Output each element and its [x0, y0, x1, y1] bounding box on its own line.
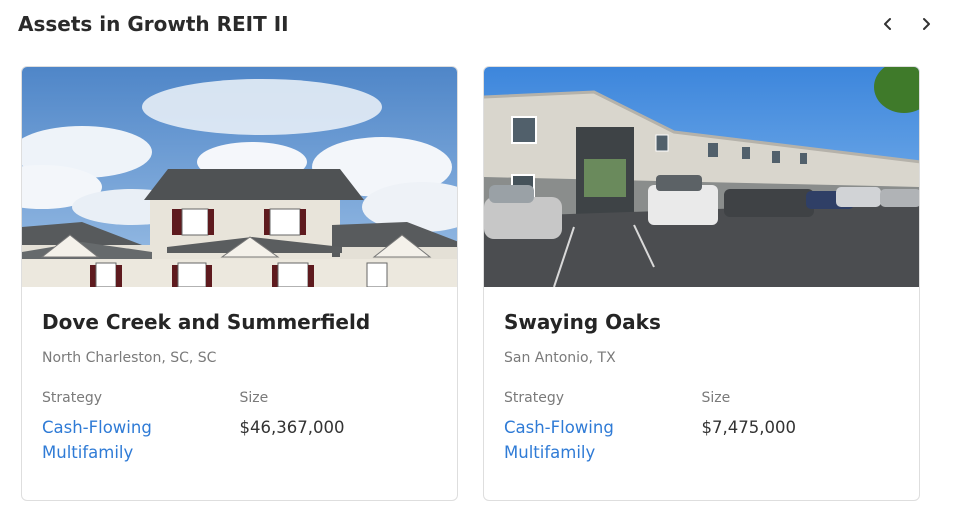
asset-photo	[22, 67, 457, 287]
section-title: Assets in Growth REIT II	[18, 12, 289, 36]
strategy-link[interactable]: Cash-Flowing Multifamily	[42, 415, 192, 465]
asset-card-list: Dove Creek and Summerfield North Charles…	[21, 66, 920, 501]
chevron-right-icon	[923, 18, 930, 30]
section-header: Assets in Growth REIT II	[18, 10, 938, 40]
strategy-label: Strategy	[42, 390, 102, 406]
size-column: Size $7,475,000	[702, 389, 900, 465]
carousel-next-button[interactable]	[914, 12, 938, 36]
asset-name: Swaying Oaks	[504, 310, 661, 334]
chevron-left-icon	[884, 18, 891, 30]
carousel-nav	[876, 12, 938, 36]
carousel-prev-button[interactable]	[876, 12, 900, 36]
asset-location: San Antonio, TX	[504, 350, 616, 366]
size-column: Size $46,367,000	[240, 389, 438, 465]
strategy-link[interactable]: Cash-Flowing Multifamily	[504, 415, 654, 465]
strategy-column: Strategy Cash-Flowing Multifamily	[42, 389, 240, 465]
size-value: $7,475,000	[701, 418, 796, 437]
asset-location: North Charleston, SC, SC	[42, 350, 217, 366]
strategy-column: Strategy Cash-Flowing Multifamily	[504, 389, 702, 465]
strategy-label: Strategy	[504, 390, 564, 406]
asset-photo	[484, 67, 919, 287]
asset-name: Dove Creek and Summerfield	[42, 310, 371, 334]
size-label: Size	[239, 390, 269, 406]
size-label: Size	[701, 390, 731, 406]
asset-card[interactable]: Swaying Oaks San Antonio, TX Strategy Ca…	[483, 66, 920, 501]
asset-card[interactable]: Dove Creek and Summerfield North Charles…	[21, 66, 458, 501]
size-value: $46,367,000	[239, 418, 345, 437]
